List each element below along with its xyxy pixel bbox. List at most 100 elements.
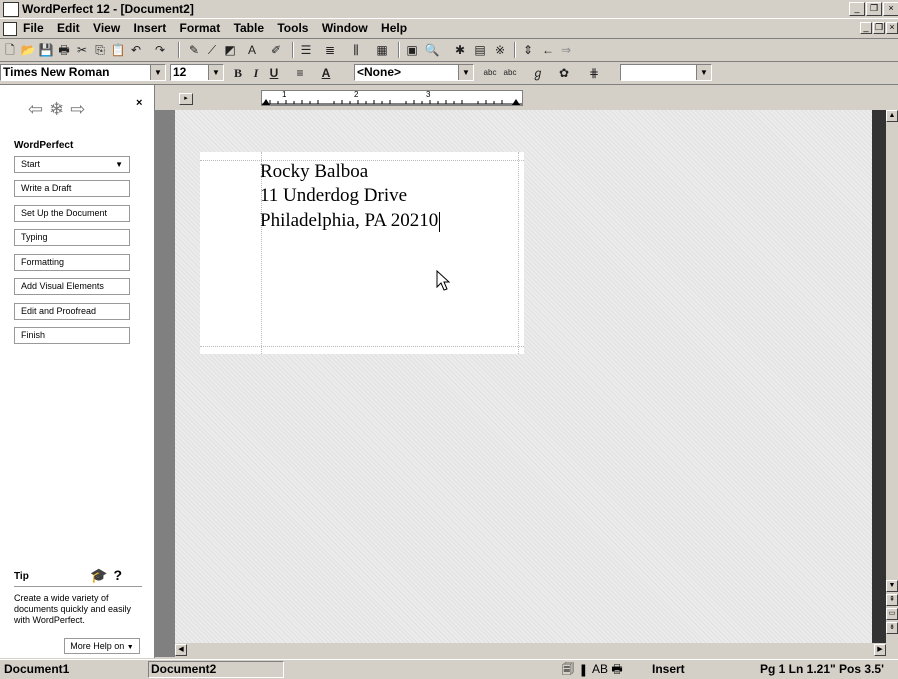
printer-icon[interactable]: 🖶 bbox=[611, 662, 622, 676]
highlight-icon[interactable]: ✐ bbox=[268, 42, 284, 58]
menu-edit[interactable]: Edit bbox=[52, 19, 85, 37]
spacing-icon[interactable]: abc bbox=[482, 65, 498, 81]
menu-insert[interactable]: Insert bbox=[129, 19, 172, 37]
forward-arrow-icon[interactable]: ⇒ bbox=[558, 42, 574, 58]
start-dropdown[interactable]: Start ▼ bbox=[14, 156, 130, 173]
home-icon[interactable]: ❄ bbox=[49, 99, 70, 119]
more-help-button[interactable]: More Help on ▼ bbox=[64, 638, 140, 654]
font-size-dropdown[interactable]: 12 ▼ bbox=[170, 64, 224, 81]
symbols-icon[interactable]: ✱ bbox=[452, 42, 468, 58]
undo-icon[interactable]: ↶ bbox=[128, 42, 144, 58]
fonts-icon[interactable]: ※ bbox=[492, 42, 508, 58]
scroll-up-icon[interactable]: ▲ bbox=[886, 110, 898, 122]
underline-icon[interactable]: U bbox=[266, 65, 282, 81]
step-edit-and-proofread[interactable]: Edit and Proofread bbox=[14, 303, 130, 320]
menu-file[interactable]: File bbox=[18, 19, 49, 37]
address-line-2[interactable]: 11 Underdog Drive bbox=[260, 185, 520, 207]
step-add-visual-elements[interactable]: Add Visual Elements bbox=[14, 278, 130, 295]
menu-format[interactable]: Format bbox=[175, 19, 226, 37]
chart-icon[interactable]: ▤ bbox=[472, 42, 488, 58]
italic-icon[interactable]: I bbox=[248, 65, 264, 81]
save-icon[interactable]: 💾 bbox=[38, 42, 54, 58]
chevron-down-icon[interactable]: ▼ bbox=[458, 65, 473, 80]
close-icon[interactable]: × bbox=[883, 2, 898, 16]
scroll-down-icon[interactable]: ▼ bbox=[886, 580, 898, 592]
next-page-icon[interactable]: ⇟ bbox=[886, 622, 898, 634]
scroll-right-icon[interactable]: ▶ bbox=[874, 644, 886, 656]
print-icon[interactable]: 🖶 bbox=[56, 42, 72, 58]
text-box-icon[interactable]: A bbox=[244, 42, 260, 58]
chevron-down-icon[interactable]: ▼ bbox=[150, 65, 165, 80]
help-question-icon[interactable]: ? bbox=[113, 567, 128, 583]
menu-help[interactable]: Help bbox=[376, 19, 412, 37]
close-icon[interactable]: × bbox=[136, 97, 142, 109]
color-bucket-icon[interactable]: ✿ bbox=[556, 65, 572, 81]
wordperfect-app-icon[interactable] bbox=[3, 2, 19, 17]
address-line-1[interactable]: Rocky Balboa bbox=[260, 161, 520, 183]
document-page[interactable]: Rocky Balboa 11 Underdog Drive Philadelp… bbox=[200, 152, 524, 354]
justification-icon[interactable]: ≡ bbox=[292, 65, 308, 81]
ruler-toggle-icon[interactable]: ▸ bbox=[179, 93, 193, 105]
step-formatting[interactable]: Formatting bbox=[14, 254, 130, 271]
bold-icon[interactable]: B bbox=[230, 65, 246, 81]
ruler-number: 3 bbox=[426, 90, 431, 99]
forward-arrow-icon[interactable]: ⇨ bbox=[70, 99, 91, 119]
menu-window[interactable]: Window bbox=[317, 19, 373, 37]
previous-page-icon[interactable]: ⇞ bbox=[886, 594, 898, 606]
ruler[interactable]: 1 2 3 bbox=[261, 90, 523, 106]
blank-dropdown[interactable]: ▼ bbox=[620, 64, 712, 81]
bullets-icon[interactable]: ☰ bbox=[298, 42, 314, 58]
style-dropdown[interactable]: <None> ▼ bbox=[354, 64, 474, 81]
graduation-cap-icon[interactable]: 🎓 bbox=[90, 567, 113, 583]
menu-view[interactable]: View bbox=[88, 19, 125, 37]
page-icon[interactable]: ▭ bbox=[886, 608, 898, 620]
draw-line-icon[interactable]: ⟋ bbox=[204, 42, 220, 58]
insert-mode[interactable]: Insert bbox=[652, 662, 685, 677]
back-arrow-icon[interactable]: ← bbox=[540, 42, 556, 58]
doc-restore-icon[interactable]: ❐ bbox=[873, 22, 885, 34]
zoom-icon[interactable]: 🔍 bbox=[424, 42, 440, 58]
document2-tab[interactable]: Document2 bbox=[148, 661, 284, 678]
reveal-codes-icon[interactable]: ⇕ bbox=[520, 42, 536, 58]
page-view-icon[interactable]: ▣ bbox=[404, 42, 420, 58]
spell-check-icon[interactable]: ✎ bbox=[186, 42, 202, 58]
address-line-3[interactable]: Philadelphia, PA 20210 bbox=[260, 210, 520, 232]
hatch-icon[interactable]: ⋕ bbox=[586, 65, 602, 81]
chevron-down-icon[interactable]: ▼ bbox=[208, 65, 223, 80]
cursor-position-icon[interactable]: ▮ bbox=[577, 662, 589, 676]
numbering-icon[interactable]: ≣ bbox=[322, 42, 338, 58]
vertical-scrollbar[interactable]: ▲ ▼ ⇞ ▭ ⇟ bbox=[886, 110, 898, 643]
case-icon[interactable]: AB bbox=[592, 662, 608, 676]
window-controls: _ ❐ × bbox=[849, 2, 898, 16]
redo-icon[interactable]: ↷ bbox=[152, 42, 168, 58]
minimize-icon[interactable]: _ bbox=[849, 2, 865, 16]
restore-icon[interactable]: ❐ bbox=[866, 2, 882, 16]
paste-icon[interactable]: 📋 bbox=[110, 42, 126, 58]
new-document-icon[interactable]: 🗋 bbox=[2, 42, 18, 58]
horizontal-scrollbar[interactable]: ◀ ▶ bbox=[175, 643, 886, 657]
document1-tab[interactable]: Document1 bbox=[4, 662, 69, 677]
copy-icon[interactable]: ⎘ bbox=[92, 42, 108, 58]
kerning-icon[interactable]: abc bbox=[502, 65, 518, 81]
table-icon[interactable]: ▦ bbox=[374, 42, 390, 58]
menu-tools[interactable]: Tools bbox=[272, 19, 313, 37]
doc-close-icon[interactable]: × bbox=[886, 22, 898, 34]
scroll-left-icon[interactable]: ◀ bbox=[175, 644, 187, 656]
chevron-down-icon[interactable]: ▼ bbox=[696, 65, 711, 80]
cut-icon[interactable]: ✂ bbox=[74, 42, 90, 58]
shape-icon[interactable]: ◩ bbox=[222, 42, 238, 58]
columns-icon[interactable]: ⫼ bbox=[348, 42, 364, 58]
font-attributes-icon[interactable]: A bbox=[318, 65, 334, 81]
document-icon[interactable] bbox=[3, 22, 17, 36]
document-map-icon[interactable]: 🗐 bbox=[562, 662, 574, 676]
step-write-a-draft[interactable]: Write a Draft bbox=[14, 180, 130, 197]
doc-minimize-icon[interactable]: _ bbox=[860, 22, 872, 34]
fill-icon[interactable]: ℊ bbox=[530, 65, 546, 81]
step-finish[interactable]: Finish bbox=[14, 327, 130, 344]
font-name-dropdown[interactable]: Times New Roman ▼ bbox=[0, 64, 166, 81]
menu-table[interactable]: Table bbox=[229, 19, 269, 37]
back-arrow-icon[interactable]: ⇦ bbox=[28, 99, 49, 119]
step-set-up-document[interactable]: Set Up the Document bbox=[14, 205, 130, 222]
open-folder-icon[interactable]: 📂 bbox=[20, 42, 36, 58]
step-typing[interactable]: Typing bbox=[14, 229, 130, 246]
